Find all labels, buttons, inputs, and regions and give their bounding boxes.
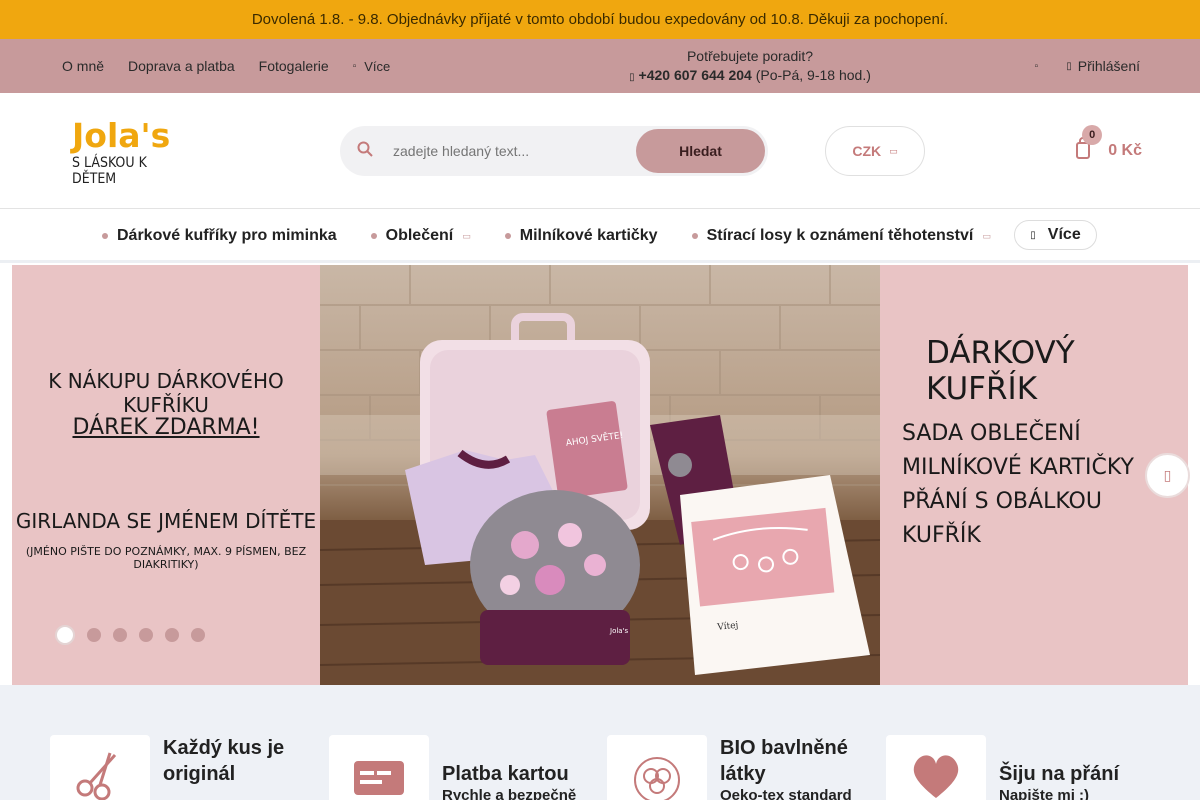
banner-contents-item: KUFŘÍK	[902, 523, 981, 548]
banner-promo-line3: GIRLANDA SE JMÉNEM DÍTĚTE	[15, 509, 317, 533]
category-item-scratch-cards[interactable]: Stírací losy k oznámení těhotenství ▭	[691, 227, 991, 245]
nav-more-button[interactable]: ▫ Více	[353, 59, 391, 74]
bullet-dot	[504, 233, 511, 239]
chevron-down-icon: ▭	[982, 230, 991, 241]
search-icon	[340, 141, 390, 162]
hero-slider[interactable]: K NÁKUPU DÁRKOVÉHO KUFŘÍKU DÁREK ZDARMA!…	[12, 265, 1188, 685]
slider-dot-4[interactable]	[139, 628, 153, 642]
category-label: Stírací losy k oznámení těhotenství	[706, 227, 974, 244]
bullet-dot	[370, 233, 377, 239]
feature-text: Napište mi :)	[999, 787, 1090, 800]
search-bar: Hledat	[340, 126, 768, 176]
slider-dot-3[interactable]	[113, 628, 127, 642]
scissors-icon	[50, 735, 150, 800]
banner-product-photo: AHOJ SVĚTE! Jola's Vítej	[320, 265, 880, 685]
phone-icon: ▯	[629, 72, 635, 83]
help-contact: Potřebujete poradit? ▯ +420 607 644 204 …	[560, 47, 940, 87]
feature-title: BIO bavlněné látky	[720, 737, 848, 785]
logo[interactable]: Jola's S LÁSKOU K DĚTEM	[72, 116, 182, 188]
banner-contents-item: MILNÍKOVÉ KARTIČKY	[902, 455, 1134, 480]
slider-pagination	[55, 625, 205, 645]
chevron-right-icon: ▯	[1163, 467, 1172, 483]
banner-contents-item: PŘÁNÍ S OBÁLKOU	[902, 489, 1102, 514]
slider-dot-5[interactable]	[165, 628, 179, 642]
menu-icon: ▯	[1030, 229, 1036, 241]
announcement-bar: Dovolená 1.8. - 9.8. Objednávky přijaté …	[0, 0, 1200, 39]
help-hours: (Po-Pá, 9-18 hod.)	[755, 67, 871, 83]
banner-title: DÁRKOVÝ KUFŘÍK	[926, 335, 1075, 407]
banner-right-panel: DÁRKOVÝ KUFŘÍK SADA OBLEČENÍ MILNÍKOVÉ K…	[880, 265, 1188, 685]
nav-link-shipping[interactable]: Doprava a platba	[128, 58, 235, 74]
user-icon: ▯	[1066, 60, 1072, 72]
nav-more-label: Více	[364, 58, 391, 74]
help-phone[interactable]: +420 607 644 204	[639, 67, 752, 83]
announcement-text: Dovolená 1.8. - 9.8. Objednávky přijaté …	[251, 11, 949, 28]
features-strip: Každý kus je originál Platba kartou Rych…	[0, 685, 1200, 800]
banner-left-panel: K NÁKUPU DÁRKOVÉHO KUFŘÍKU DÁREK ZDARMA!…	[12, 265, 320, 685]
hat-label: Jola's	[609, 627, 629, 635]
category-item-milestone-cards[interactable]: Milníkové kartičky	[504, 227, 658, 245]
user-area: ▫ ▯ Přihlášení	[1035, 39, 1140, 93]
banner-promo-line1: K NÁKUPU DÁRKOVÉHO KUFŘÍKU	[48, 369, 284, 417]
search-input[interactable]	[393, 143, 633, 159]
category-label: Milníkové kartičky	[519, 227, 658, 244]
slider-next-button[interactable]: ▯	[1145, 453, 1190, 498]
feature-custom-sewing: Šiju na přání Napište mi :)	[886, 735, 1119, 800]
slider-dot-1[interactable]	[55, 625, 75, 645]
cart-icon: 0	[1076, 125, 1103, 165]
chevron-down-icon: ▭	[889, 145, 898, 156]
card-icon	[329, 735, 429, 800]
nav-link-about[interactable]: O mně	[62, 58, 104, 74]
top-nav: O mně Doprava a platba Fotogalerie ▫ Víc…	[62, 39, 390, 93]
feature-text: Oeko-tex standard	[720, 787, 852, 800]
category-nav: Dárkové kufříky pro miminka Oblečení ▭ M…	[0, 209, 1200, 263]
cart-count-badge: 0	[1082, 125, 1103, 145]
category-more-button[interactable]: ▯ Více	[1014, 220, 1097, 250]
wishlist-icon[interactable]: ▫	[1035, 61, 1039, 72]
feature-title: Platba kartou	[442, 763, 569, 785]
feature-text: Rychle a bezpečně	[442, 787, 577, 800]
nav-link-gallery[interactable]: Fotogalerie	[259, 58, 329, 74]
bullet-dot	[102, 233, 108, 239]
help-title: Potřebujete poradit?	[686, 48, 814, 64]
category-item-gift-cases[interactable]: Dárkové kufříky pro miminka	[102, 227, 337, 245]
category-item-clothing[interactable]: Oblečení ▭	[370, 227, 471, 245]
slider-dot-6[interactable]	[191, 628, 205, 642]
banner-contents-list: SADA OBLEČENÍ MILNÍKOVÉ KARTIČKY PŘÁNÍ S…	[902, 417, 1134, 553]
feature-original: Každý kus je originál	[50, 735, 303, 800]
banner-promo-line2: DÁREK ZDARMA!	[72, 415, 260, 440]
currency-select[interactable]: CZK ▭	[825, 126, 925, 176]
gift-case-illustration: AHOJ SVĚTE! Jola's Vítej	[320, 265, 880, 685]
cart-button[interactable]: 0 0 Kč	[1076, 125, 1142, 171]
slider-dot-2[interactable]	[87, 628, 101, 642]
feature-bio-cotton: BIO bavlněné látky Oeko-tex standard	[607, 735, 870, 800]
banner-promo-note: (JMÉNO PIŠTE DO POZNÁMKY, MAX. 9 PÍSMEN,…	[25, 545, 307, 571]
search-button[interactable]: Hledat	[636, 129, 765, 173]
logo-brand: Jola's	[72, 116, 171, 155]
logo-tagline: S LÁSKOU K DĚTEM	[72, 155, 147, 187]
category-label: Dárkové kufříky pro miminka	[117, 227, 337, 244]
top-bar: O mně Doprava a platba Fotogalerie ▫ Víc…	[0, 39, 1200, 93]
banner-contents-item: SADA OBLEČENÍ	[902, 421, 1081, 446]
cotton-flower-icon	[607, 735, 707, 800]
currency-value: CZK	[852, 143, 882, 159]
chevron-down-icon: ▭	[462, 230, 471, 241]
login-label: Přihlášení	[1077, 58, 1140, 74]
feature-title: Každý kus je originál	[163, 737, 285, 785]
bullet-dot	[691, 233, 698, 239]
feature-title: Šiju na přání	[999, 763, 1120, 785]
login-button[interactable]: ▯ Přihlášení	[1066, 58, 1140, 74]
category-more-label: Více	[1047, 226, 1081, 243]
site-header: Jola's S LÁSKOU K DĚTEM Hledat CZK ▭ 0 0…	[0, 93, 1200, 209]
greeting-card-name: Vítej	[716, 620, 739, 633]
cart-total: 0 Kč	[1108, 142, 1142, 159]
heart-icon	[886, 735, 986, 800]
feature-card-payment: Platba kartou Rychle a bezpečně	[329, 735, 576, 800]
category-label: Oblečení	[385, 227, 454, 244]
menu-icon: ▫	[352, 60, 357, 72]
